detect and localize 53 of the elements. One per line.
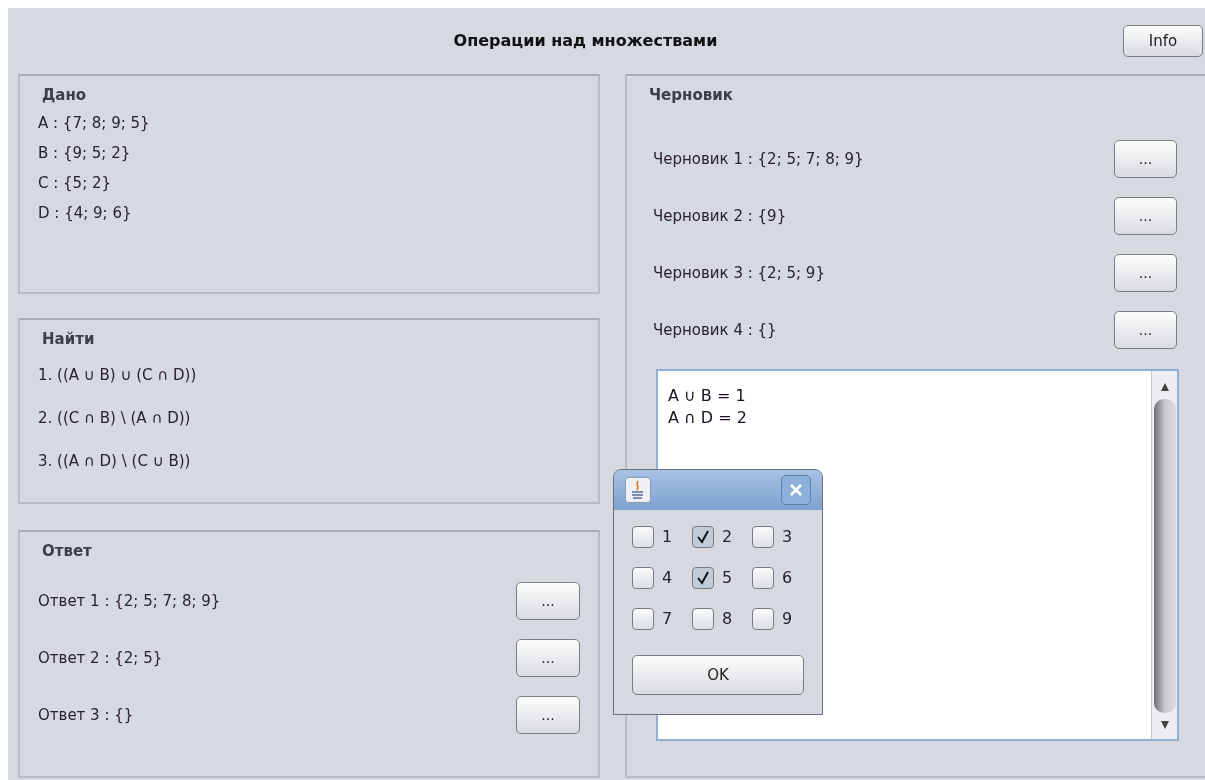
set-definition: A : {7; 8; 9; 5}	[38, 112, 151, 133]
result-label: Черновик 4 : {}	[653, 319, 777, 341]
checkbox[interactable]	[752, 566, 774, 589]
result-label: Ответ 3 : {}	[38, 704, 134, 726]
result-label: Черновик 3 : {2; 5; 9}	[653, 262, 825, 284]
result-label: Ответ 1 : {2; 5; 7; 8; 9}	[38, 590, 221, 612]
number-checkbox[interactable]: 2	[692, 524, 752, 549]
window-title: Операции над множествами	[453, 30, 719, 52]
checkbox[interactable]	[692, 525, 714, 548]
details-button[interactable]: ...	[516, 582, 580, 620]
set-definition: C : {5; 2}	[38, 172, 113, 193]
details-button[interactable]: ...	[516, 696, 580, 734]
number-checkbox[interactable]: 6	[752, 565, 812, 590]
details-button[interactable]: ...	[1114, 311, 1177, 349]
ok-button[interactable]: OK	[632, 655, 804, 695]
checkbox[interactable]	[692, 607, 714, 630]
result-label: Ответ 2 : {2; 5}	[38, 647, 163, 669]
check-icon	[696, 529, 710, 544]
panel-title: Найти	[41, 329, 96, 350]
task-expression: 3. ((A ∩ D) \ (C ∪ B))	[38, 450, 192, 471]
checkbox[interactable]	[752, 607, 774, 630]
panel-title: Черновик	[648, 85, 734, 106]
set-definition: B : {9; 5; 2}	[38, 142, 132, 163]
close-button[interactable]	[781, 475, 811, 505]
note-line: A ∪ B = 1	[668, 384, 747, 407]
close-icon	[789, 483, 803, 497]
number-checkbox[interactable]: 8	[692, 606, 752, 631]
checkbox[interactable]	[632, 607, 654, 630]
details-button[interactable]: ...	[1114, 254, 1177, 292]
checkbox[interactable]	[632, 525, 654, 548]
panel-title: Дано	[41, 85, 88, 106]
set-definition: D : {4; 9; 6}	[38, 202, 133, 223]
number-checkbox[interactable]: 3	[752, 524, 812, 549]
details-button[interactable]: ...	[516, 639, 580, 677]
info-button[interactable]: Info	[1123, 25, 1203, 57]
details-button[interactable]: ...	[1114, 140, 1177, 178]
task-expression: 1. ((A ∪ B) ∪ (C ∩ D))	[38, 364, 198, 385]
details-button[interactable]: ...	[1114, 197, 1177, 235]
note-line: A ∩ D = 2	[668, 406, 748, 429]
number-checkbox[interactable]: 5	[692, 565, 752, 590]
number-checkbox[interactable]: 9	[752, 606, 812, 631]
vertical-scrollbar[interactable]	[1151, 370, 1177, 739]
task-expression: 2. ((C ∩ B) \ (A ∩ D))	[38, 407, 192, 428]
scroll-thumb[interactable]	[1153, 398, 1176, 713]
checkbox[interactable]	[752, 525, 774, 548]
result-label: Черновик 2 : {9}	[653, 205, 787, 227]
cup-icon	[625, 477, 651, 503]
panel-title: Ответ	[41, 541, 93, 562]
check-icon	[696, 570, 710, 585]
checkbox[interactable]	[692, 566, 714, 589]
scroll-down-icon[interactable]	[1158, 718, 1171, 731]
result-label: Черновик 1 : {2; 5; 7; 8; 9}	[653, 148, 864, 170]
checkbox[interactable]	[632, 566, 654, 589]
